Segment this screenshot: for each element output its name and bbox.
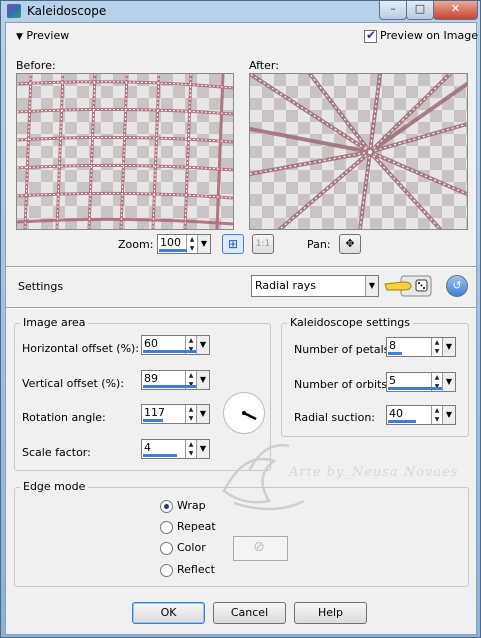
radio-reflect-label: Reflect xyxy=(177,563,215,576)
rotation-angle-bar xyxy=(143,419,163,422)
chevron-down-icon[interactable]: ▼ xyxy=(442,373,455,391)
app-icon xyxy=(7,4,21,18)
minimize-button[interactable]: – xyxy=(379,1,407,20)
number-of-orbits-field[interactable]: ▲▼ ▼ xyxy=(386,372,456,392)
hand-dice-icon xyxy=(384,275,432,297)
after-preview-image xyxy=(249,73,468,230)
rotation-needle-icon xyxy=(242,411,257,421)
chevron-down-icon[interactable]: ▼ xyxy=(196,440,209,458)
scale-factor-input[interactable] xyxy=(144,441,184,454)
radio-wrap[interactable] xyxy=(160,500,173,513)
radio-reflect[interactable] xyxy=(160,564,173,577)
chevron-down-icon[interactable]: ▼ xyxy=(196,371,209,389)
reset-button[interactable]: ↺ xyxy=(446,275,468,297)
scale-factor-bar xyxy=(143,454,177,457)
zoom-level-bar xyxy=(159,249,187,252)
radial-suction-bar xyxy=(388,420,416,423)
image-area-title: Image area xyxy=(20,316,89,329)
zoom-fit-button[interactable]: ⊞ xyxy=(222,234,244,254)
title-bar: Kaleidoscope – □ ✕ xyxy=(1,1,480,21)
pan-button[interactable]: ✥ xyxy=(339,234,361,254)
horizontal-offset-label: Horizontal offset (%): xyxy=(22,342,140,355)
number-of-orbits-label: Number of orbits: xyxy=(294,378,391,391)
chevron-down-icon[interactable]: ▼ xyxy=(442,338,455,356)
edge-color-swatch[interactable]: ⊘ xyxy=(233,536,288,561)
preview-section-label: Preview xyxy=(26,29,70,42)
window-title: Kaleidoscope xyxy=(27,4,107,18)
number-of-petals-input[interactable] xyxy=(389,339,429,352)
rotation-angle-spinner[interactable]: ▲ ▼ xyxy=(185,405,196,423)
horizontal-offset-field[interactable]: ▲▼ ▼ xyxy=(141,335,210,355)
vertical-offset-field[interactable]: ▲▼ ▼ xyxy=(141,370,210,390)
close-button[interactable]: ✕ xyxy=(433,1,478,20)
divider xyxy=(6,266,476,268)
rotation-angle-field[interactable]: ▲▼ ▼ xyxy=(141,404,210,424)
preset-value: Radial rays xyxy=(255,279,316,292)
number-of-orbits-bar xyxy=(388,387,442,390)
rotation-angle-input[interactable] xyxy=(144,406,184,419)
dialog-body: ▼ Preview ✔ Preview on Image Before: Aft… xyxy=(5,22,478,635)
chevron-down-icon[interactable]: ▼ xyxy=(196,336,209,354)
zoom-field[interactable]: ▲▼ ▼ xyxy=(157,234,211,254)
before-preview-image xyxy=(16,73,234,230)
radio-wrap-label: Wrap xyxy=(177,499,206,512)
vertical-offset-label: Vertical offset (%): xyxy=(22,377,125,390)
chevron-down-icon[interactable]: ▼ xyxy=(197,235,210,253)
after-label: After: xyxy=(249,59,279,72)
disabled-icon: ⊘ xyxy=(253,539,265,555)
scale-factor-spinner[interactable]: ▲ ▼ xyxy=(185,440,196,458)
preview-toggle[interactable]: ▼ Preview xyxy=(16,29,69,42)
vertical-offset-bar xyxy=(143,385,196,388)
kaleidoscope-dialog: Kaleidoscope – □ ✕ ▼ Preview ✔ Preview o… xyxy=(0,0,481,638)
triangle-down-icon: ▼ xyxy=(16,32,23,42)
zoom-spinner[interactable]: ▲ ▼ xyxy=(186,235,197,253)
chevron-down-icon[interactable]: ▼ xyxy=(196,405,209,423)
radial-suction-field[interactable]: ▲▼ ▼ xyxy=(386,405,456,425)
help-button[interactable]: Help xyxy=(294,602,367,624)
cancel-button[interactable]: Cancel xyxy=(213,602,286,624)
kaleidoscope-settings-title: Kaleidoscope settings xyxy=(287,316,413,329)
move-icon: ✥ xyxy=(345,237,355,250)
maximize-button[interactable]: □ xyxy=(406,1,434,20)
radial-suction-spinner[interactable]: ▲ ▼ xyxy=(431,406,442,424)
number-of-petals-bar xyxy=(388,352,402,355)
settings-label: Settings xyxy=(18,280,64,293)
number-of-petals-label: Number of petals: xyxy=(294,343,394,356)
zoom-actual-size-button[interactable]: 1:1 xyxy=(252,234,274,254)
rotation-angle-label: Rotation angle: xyxy=(22,411,106,424)
reset-arrow-icon: ↺ xyxy=(452,279,462,292)
chevron-down-icon[interactable]: ▼ xyxy=(442,406,455,424)
before-label: Before: xyxy=(16,59,56,72)
radio-repeat-label: Repeat xyxy=(177,520,216,533)
rotation-dial[interactable] xyxy=(223,392,265,434)
zoom-label: Zoom: xyxy=(118,238,154,251)
radio-repeat[interactable] xyxy=(160,521,173,534)
preview-on-image-checkbox[interactable]: ✔ xyxy=(364,28,377,43)
pan-label: Pan: xyxy=(307,238,331,251)
randomize-button[interactable] xyxy=(383,275,435,297)
preview-on-image-label: Preview on Image xyxy=(380,29,478,42)
preset-select[interactable]: Radial rays ▼ xyxy=(251,275,379,297)
watermark-text: Arte by_Neusa Novaes xyxy=(289,465,459,480)
scale-factor-label: Scale factor: xyxy=(22,446,91,459)
horizontal-offset-bar xyxy=(143,350,196,353)
radial-suction-label: Radial suction: xyxy=(294,411,376,424)
radial-suction-input[interactable] xyxy=(389,407,429,420)
number-of-petals-spinner[interactable]: ▲ ▼ xyxy=(431,338,442,356)
horizontal-offset-input[interactable] xyxy=(144,337,184,350)
checkmark-icon: ✔ xyxy=(366,28,377,42)
number-of-orbits-input[interactable] xyxy=(389,374,429,387)
radio-color-label: Color xyxy=(177,541,206,554)
ok-button[interactable]: OK xyxy=(132,602,205,624)
divider xyxy=(6,307,476,309)
scale-factor-field[interactable]: ▲▼ ▼ xyxy=(141,439,210,459)
chevron-down-icon[interactable]: ▼ xyxy=(365,276,378,296)
edge-mode-title: Edge mode xyxy=(20,480,89,493)
number-of-petals-field[interactable]: ▲▼ ▼ xyxy=(386,337,456,357)
radio-color[interactable] xyxy=(160,542,173,555)
vertical-offset-input[interactable] xyxy=(144,372,184,385)
fit-icon: ⊞ xyxy=(227,237,239,251)
